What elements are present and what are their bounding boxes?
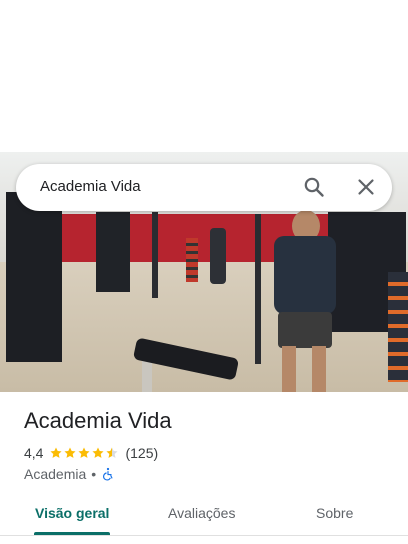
star-half-icon <box>106 447 119 458</box>
category-row: Academia • <box>24 466 115 482</box>
photo-machine-left-small <box>96 212 130 292</box>
rating-value: 4,4 <box>24 445 44 461</box>
tab-overview[interactable]: Visão geral <box>35 505 109 521</box>
star-icon <box>92 447 105 458</box>
photo-person-walking <box>210 228 226 284</box>
rating-row[interactable]: 4,4 (125) <box>24 445 158 461</box>
search-bar[interactable]: Academia Vida <box>16 164 392 211</box>
tabs-divider <box>0 535 408 536</box>
close-icon[interactable] <box>354 175 378 199</box>
photo-person-selfie <box>268 210 340 392</box>
star-icon <box>50 447 63 458</box>
tab-reviews[interactable]: Avaliações <box>168 505 235 521</box>
review-count[interactable]: (125) <box>125 445 158 461</box>
search-input[interactable]: Academia Vida <box>40 178 141 195</box>
photo-bench-leg <box>142 360 152 392</box>
wheelchair-icon <box>103 467 113 481</box>
star-rating <box>49 446 119 460</box>
photo-weight-rack <box>186 238 198 282</box>
photo-pole <box>152 212 158 298</box>
tab-bar: Visão geral Avaliações Sobre <box>0 500 408 544</box>
photo-weights-right <box>388 272 408 382</box>
photo-machine-left <box>6 192 62 362</box>
tab-about[interactable]: Sobre <box>316 505 353 521</box>
star-icon <box>64 447 77 458</box>
place-title: Academia Vida <box>24 408 172 433</box>
separator-dot: • <box>91 466 97 482</box>
photo-pole <box>255 214 261 364</box>
star-icon <box>78 447 91 458</box>
place-category: Academia <box>24 466 87 482</box>
search-icon[interactable] <box>302 175 326 199</box>
map-area-blank <box>0 0 408 152</box>
